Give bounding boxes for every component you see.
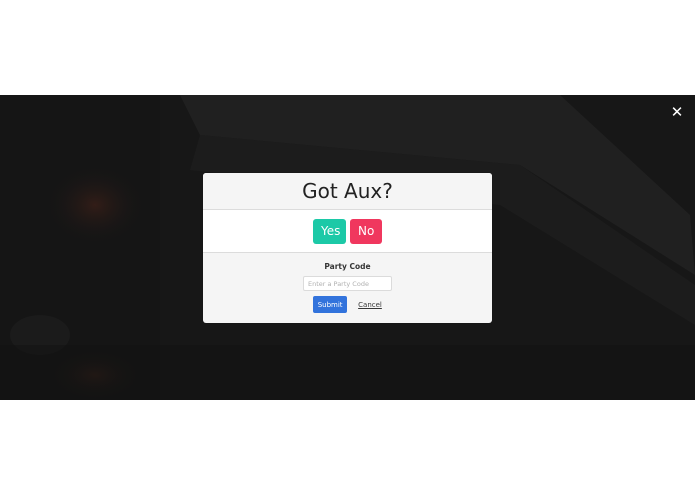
party-code-label: Party Code [324,262,371,271]
got-aux-modal: Got Aux? Yes No Party Code Submit Cancel [203,173,492,323]
form-actions: Submit Cancel [203,296,492,313]
page: ✕ Got Aux? Yes No Party Code Submit Canc… [0,0,695,494]
modal-header: Got Aux? [203,173,492,210]
no-button[interactable]: No [350,218,382,244]
close-icon[interactable]: ✕ [669,104,685,120]
party-code-form: Party Code Submit Cancel [203,253,492,313]
yes-button[interactable]: Yes [313,218,346,244]
modal-choices: Yes No [203,210,492,253]
cancel-link[interactable]: Cancel [358,301,382,309]
submit-button[interactable]: Submit [313,296,348,313]
modal-title: Got Aux? [302,179,393,203]
party-code-input[interactable] [303,276,392,291]
